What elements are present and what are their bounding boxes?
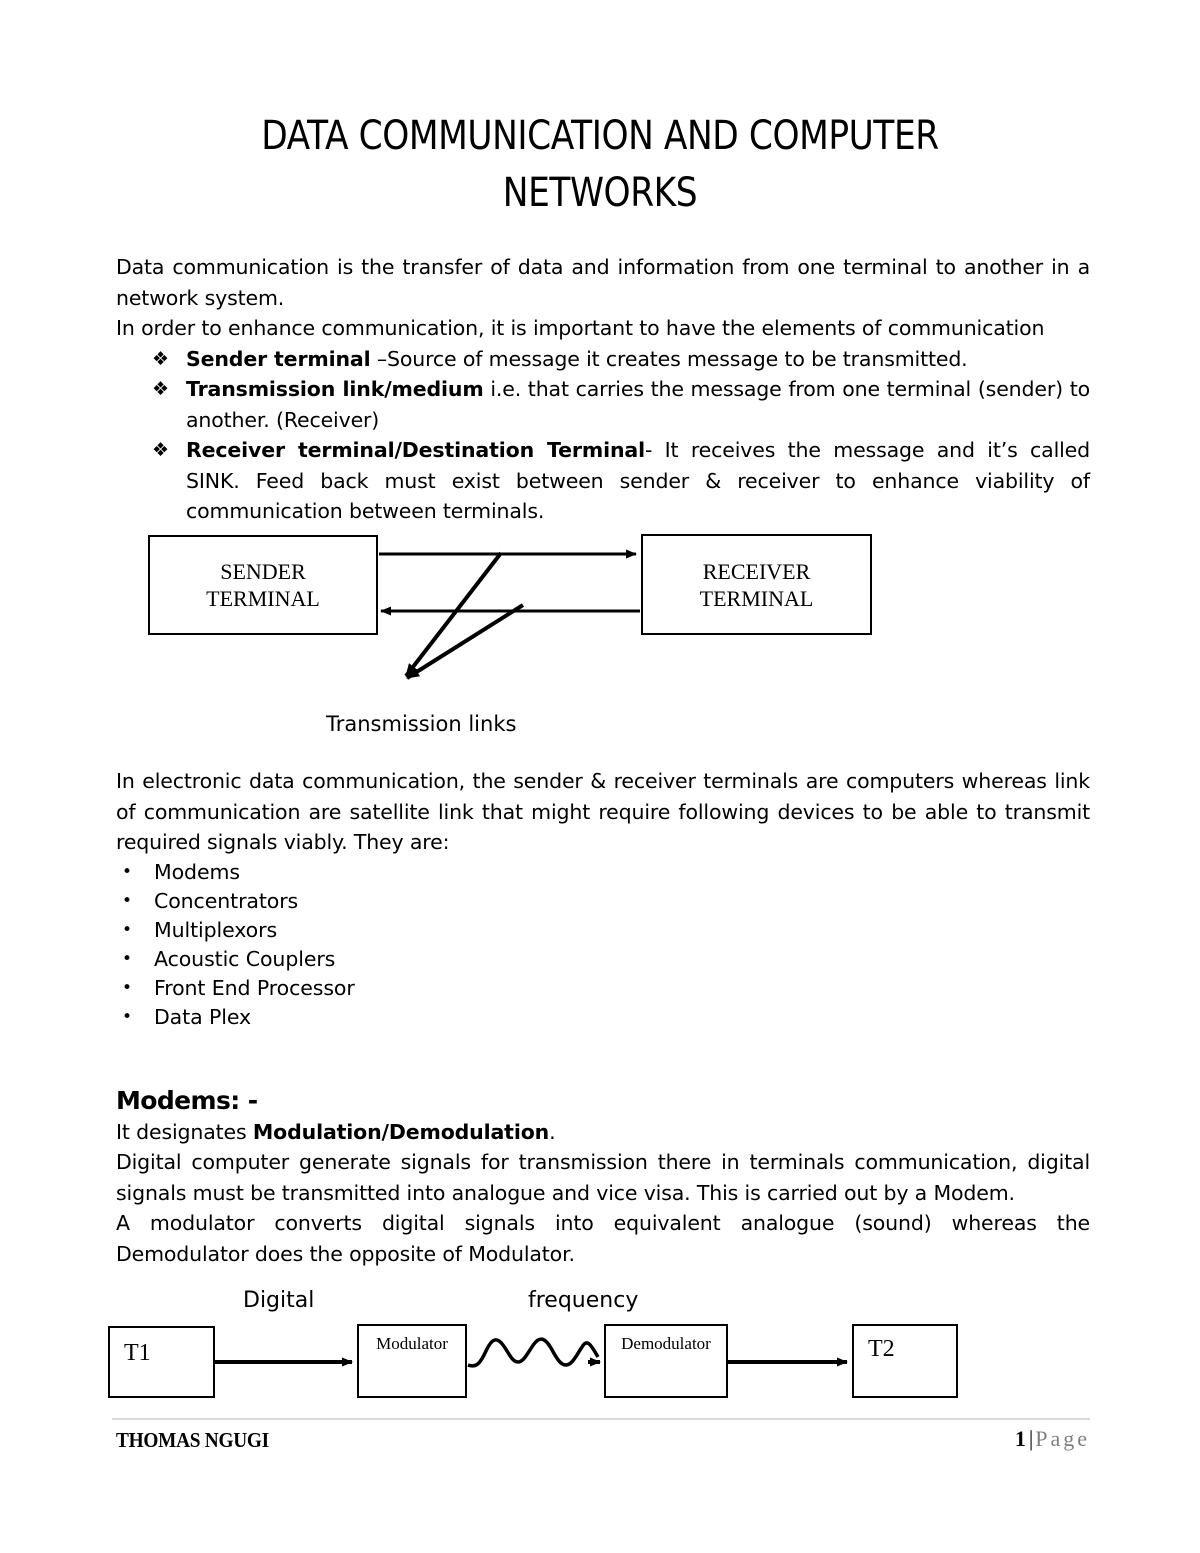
list-item: ❖ Transmission link/medium i.e. that carr…: [116, 374, 1090, 435]
diagram-label-digital: Digital: [243, 1288, 315, 1313]
analogue-waveform: [467, 1337, 600, 1368]
modems-section: Modems: - It designates Modulation/Demod…: [116, 1086, 1090, 1269]
intro-paragraph-2: In order to enhance communication, it is…: [116, 316, 1045, 340]
devices-list: • Modems • Concentrators • Multiplexors • Ac…: [116, 858, 1090, 1032]
receiver-terminal-label: RECEIVER TERMINAL: [699, 558, 814, 611]
diagram-box-t2: T2: [852, 1324, 958, 1398]
modems-definition-suffix: .: [549, 1119, 556, 1144]
list-item: • Multiplexors: [116, 916, 1090, 945]
device-label: Concentrators: [154, 888, 299, 913]
list-item: • Front End Processor: [116, 974, 1090, 1003]
modems-definition-prefix: It designates: [116, 1119, 253, 1144]
devices-section: In electronic data communication, the se…: [116, 766, 1090, 1032]
element-term: Transmission link/medium: [186, 377, 484, 401]
transmission-links-caption: Transmission links: [326, 712, 517, 736]
device-label: Modems: [154, 859, 240, 884]
modems-paragraph-2: A modulator converts digital signals int…: [116, 1211, 1090, 1266]
diagram-label-frequency: frequency: [528, 1288, 639, 1313]
intro-section: Data communication is the transfer of da…: [116, 252, 1090, 523]
round-bullet-icon: •: [122, 919, 132, 940]
list-item: • Data Plex: [116, 1003, 1090, 1032]
device-label: Acoustic Couplers: [154, 946, 336, 971]
pointer-line-upper: [404, 551, 503, 678]
list-item: • Acoustic Couplers: [116, 945, 1090, 974]
intro-paragraph-1: Data communication is the transfer of da…: [116, 255, 1090, 310]
element-term: Sender terminal: [186, 346, 371, 371]
pointer-line-lower: [405, 603, 525, 680]
document-page: DATA COMMUNICATION AND COMPUTER NETWORKS…: [0, 0, 1200, 1553]
list-item: • Concentrators: [116, 887, 1090, 916]
electronic-paragraph: In electronic data communication, the se…: [116, 769, 1090, 854]
modulator-label: Modulator: [376, 1334, 448, 1353]
elements-list: ❖ Sender terminal –Source of message it c…: [116, 344, 1090, 527]
list-item: • Modems: [116, 858, 1090, 887]
section-heading-modems: Modems: -: [116, 1086, 258, 1115]
footer-page-indicator: 1 |Page: [1015, 1426, 1090, 1452]
modems-paragraph-1: Digital computer generate signals for tr…: [116, 1150, 1090, 1205]
footer-author: THOMAS NGUGI: [116, 1428, 269, 1452]
device-label: Front End Processor: [154, 975, 355, 1000]
t1-label: T1: [124, 1340, 151, 1366]
list-item: ❖ Sender terminal –Source of message it c…: [116, 344, 1090, 375]
footer-separator: |: [1028, 1426, 1034, 1451]
modems-definition-line: It designates Modulation/Demodulation.: [116, 1117, 1090, 1148]
page-title: DATA COMMUNICATION AND COMPUTER NETWORKS: [261, 113, 939, 216]
t2-label: T2: [868, 1336, 895, 1362]
footer-divider: [112, 1418, 1090, 1420]
element-term: Receiver terminal/Destination Terminal: [186, 438, 645, 462]
diagram-box-t1: T1: [108, 1326, 215, 1398]
demodulator-label: Demodulator: [621, 1334, 711, 1353]
diagram-box-demodulator: Demodulator: [604, 1324, 728, 1398]
diagram-box-receiver-terminal: RECEIVER TERMINAL: [641, 534, 872, 635]
device-label: Multiplexors: [154, 917, 278, 942]
modems-definition-term: Modulation/Demodulation: [252, 1119, 550, 1144]
diamond-bullet-icon: ❖: [152, 378, 169, 400]
list-item: ❖ Receiver terminal/Destination Terminal-…: [116, 435, 1090, 527]
footer-page-word: Page: [1035, 1426, 1090, 1451]
diamond-bullet-icon: ❖: [152, 439, 169, 461]
sender-terminal-label: SENDER TERMINAL: [206, 559, 320, 611]
footer-page-number: 1: [1014, 1426, 1026, 1451]
diagram-box-modulator: Modulator: [357, 1324, 467, 1398]
diagram-box-sender-terminal: SENDER TERMINAL: [148, 535, 378, 635]
round-bullet-icon: •: [122, 890, 132, 911]
round-bullet-icon: •: [122, 861, 132, 882]
device-label: Data Plex: [154, 1004, 252, 1029]
element-description: –Source of message it creates message to…: [370, 346, 968, 371]
diamond-bullet-icon: ❖: [152, 347, 169, 370]
round-bullet-icon: •: [122, 977, 132, 998]
round-bullet-icon: •: [122, 948, 132, 969]
round-bullet-icon: •: [122, 1006, 132, 1027]
